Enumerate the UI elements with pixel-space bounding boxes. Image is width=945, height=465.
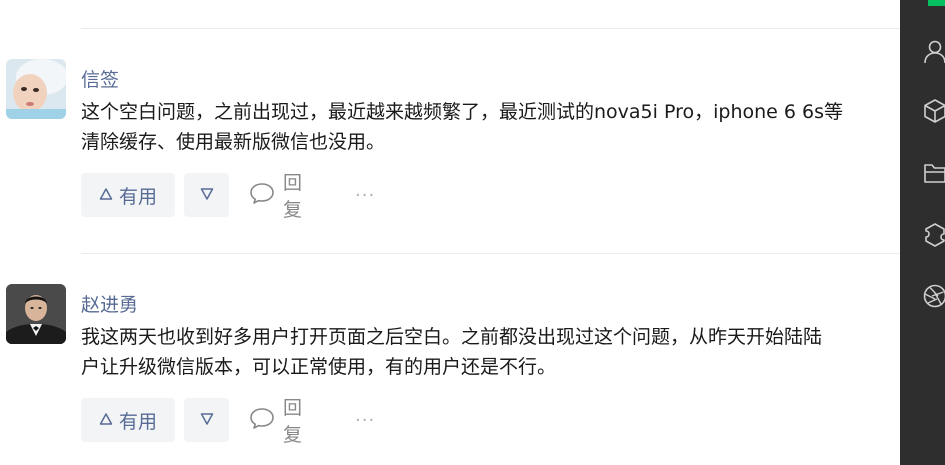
not-useful-button[interactable]	[184, 398, 229, 442]
reply-label: 回复	[283, 397, 303, 446]
comment-content: 这个空白问题，之前出现过，最近越来越频繁了，最近测试的nova5i Pro，ip…	[81, 97, 900, 157]
top-divider	[81, 28, 900, 29]
avatar[interactable]	[6, 284, 66, 344]
triangle-up-icon	[99, 184, 113, 206]
useful-button[interactable]: 有用	[81, 173, 175, 217]
more-options-icon[interactable]: ···	[355, 398, 375, 442]
comment-item: 赵进勇 我这两天也收到好多用户打开页面之后空白。之前都没出现过这个问题，从昨天开…	[0, 284, 900, 446]
comment-line: 我这两天也收到好多用户打开页面之后空白。之前都没出现过这个问题，从昨天开始陆陆	[81, 326, 823, 348]
useful-label: 有用	[118, 185, 157, 208]
comment-item: 信签 这个空白问题，之前出现过，最近越来越频繁了，最近测试的nova5i Pro…	[0, 59, 900, 221]
comment-author[interactable]: 信签	[81, 65, 119, 92]
avatar[interactable]	[6, 59, 66, 119]
comment-line: 户让升级微信版本，可以正常使用，有的用户还是不行。	[81, 356, 557, 378]
more-options-icon[interactable]: ···	[355, 173, 375, 217]
comment-author[interactable]: 赵进勇	[81, 290, 138, 317]
reply-button[interactable]: 回复	[249, 397, 302, 446]
triangle-down-icon	[200, 409, 214, 431]
user-icon[interactable]	[922, 38, 945, 64]
comment-content: 我这两天也收到好多用户打开页面之后空白。之前都没出现过这个问题，从昨天开始陆陆 …	[81, 322, 900, 382]
comment-line: 这个空白问题，之前出现过，最近越来越频繁了，最近测试的nova5i Pro，ip…	[81, 101, 843, 123]
cube-icon[interactable]	[922, 98, 945, 124]
speech-bubble-icon	[249, 406, 275, 435]
useful-button[interactable]: 有用	[81, 398, 175, 442]
active-indicator	[928, 0, 945, 6]
triangle-up-icon	[99, 409, 113, 431]
puzzle-icon[interactable]	[922, 222, 945, 248]
comment-line: 清除缓存、使用最新版微信也没用。	[81, 131, 386, 153]
reply-button[interactable]: 回复	[249, 172, 302, 221]
useful-label: 有用	[118, 410, 157, 433]
aperture-icon[interactable]	[922, 283, 945, 309]
not-useful-button[interactable]	[184, 173, 229, 217]
folder-icon[interactable]	[922, 160, 945, 186]
speech-bubble-icon	[249, 181, 275, 210]
reply-label: 回复	[283, 172, 303, 221]
right-sidebar	[900, 0, 945, 465]
comment-divider	[81, 253, 900, 254]
triangle-down-icon	[200, 184, 214, 206]
